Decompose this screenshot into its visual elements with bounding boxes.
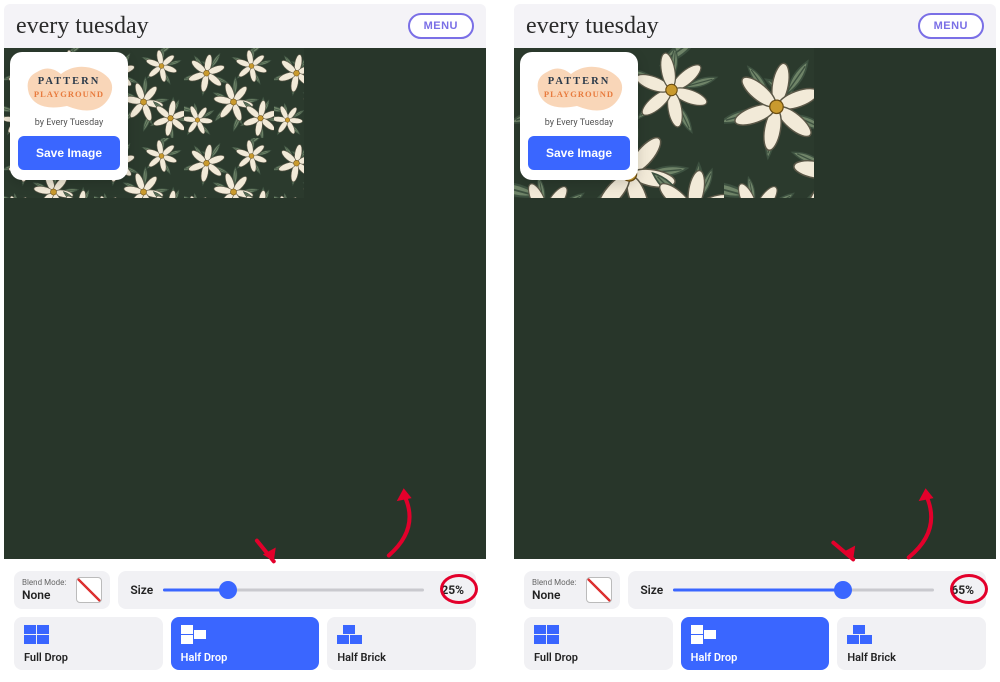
save-image-button[interactable]: Save Image [18,136,120,170]
size-label: Size [640,583,663,597]
size-slider[interactable] [673,581,934,599]
mode-icon [24,625,50,645]
controls: Blend Mode: None Size 25% [4,559,486,678]
blend-mode-box[interactable]: Blend Mode: None [14,571,110,609]
size-slider[interactable] [163,581,424,599]
blend-mode-box[interactable]: Blend Mode: None [524,571,620,609]
svg-text:PLAYGROUND: PLAYGROUND [544,89,614,99]
app-panel-1: every tuesday MENU [514,4,996,678]
blend-mode-label: Blend Mode: [22,578,66,588]
blend-mode-value: None [22,588,66,602]
mode-half drop-button[interactable]: Half Drop [171,617,320,670]
pattern-playground-logo: PATTERN PLAYGROUND [528,60,630,114]
size-box: Size 25% [118,571,476,609]
pattern-canvas[interactable]: PATTERN PLAYGROUND by Every Tuesday Save… [514,48,996,559]
logo-card: PATTERN PLAYGROUND by Every Tuesday Save… [10,52,128,180]
menu-button[interactable]: MENU [918,13,984,39]
save-image-button[interactable]: Save Image [528,136,630,170]
blend-mode-value: None [532,588,576,602]
size-label: Size [130,583,153,597]
svg-text:PLAYGROUND: PLAYGROUND [34,89,104,99]
byline: by Every Tuesday [528,118,630,128]
mode-icon [534,625,560,645]
size-slider-thumb[interactable] [219,581,237,599]
mode-half brick-button[interactable]: Half Brick [837,617,986,670]
menu-button[interactable]: MENU [408,13,474,39]
svg-text:PATTERN: PATTERN [38,76,101,87]
pattern-canvas[interactable]: PATTERN PLAYGROUND by Every Tuesday Save… [4,48,486,559]
mode-icon [691,625,717,645]
blend-none-icon [586,577,612,603]
byline: by Every Tuesday [18,118,120,128]
mode-icon [181,625,207,645]
size-value: 65% [944,583,974,597]
mode-label: Half Drop [691,651,820,664]
pattern-playground-logo: PATTERN PLAYGROUND [18,60,120,114]
controls: Blend Mode: None Size 65% [514,559,996,678]
mode-label: Half Drop [181,651,310,664]
size-slider-thumb[interactable] [834,581,852,599]
mode-label: Full Drop [534,651,663,664]
mode-half brick-button[interactable]: Half Brick [327,617,476,670]
mode-half drop-button[interactable]: Half Drop [681,617,830,670]
blend-none-icon [76,577,102,603]
logo-card: PATTERN PLAYGROUND by Every Tuesday Save… [520,52,638,180]
svg-text:PATTERN: PATTERN [548,76,611,87]
blend-mode-label: Blend Mode: [532,578,576,588]
brand-logo: every tuesday [526,13,659,40]
mode-icon [847,625,873,645]
topbar: every tuesday MENU [514,4,996,48]
app-panel-0: every tuesday MENU [4,4,486,678]
mode-icon [337,625,363,645]
mode-label: Full Drop [24,651,153,664]
mode-full drop-button[interactable]: Full Drop [524,617,673,670]
mode-label: Half Brick [847,651,976,664]
mode-label: Half Brick [337,651,466,664]
mode-full drop-button[interactable]: Full Drop [14,617,163,670]
size-box: Size 65% [628,571,986,609]
brand-logo: every tuesday [16,13,149,40]
topbar: every tuesday MENU [4,4,486,48]
size-value: 25% [434,583,464,597]
